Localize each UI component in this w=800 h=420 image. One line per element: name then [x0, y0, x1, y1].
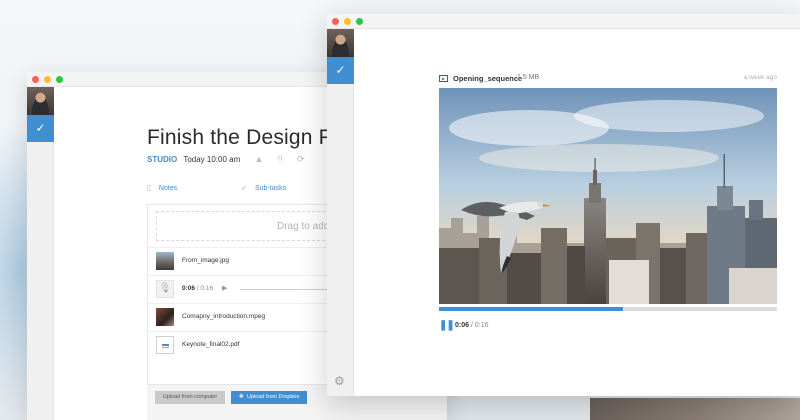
tasks-nav-button[interactable]: ✓: [327, 57, 354, 84]
video-frame[interactable]: [439, 88, 777, 304]
task-tabs: ▯ Notes ✓ Sub-tasks: [147, 184, 348, 192]
play-icon[interactable]: ▶: [222, 284, 227, 292]
zoom-button[interactable]: [356, 18, 363, 25]
priority-icon[interactable]: ▲: [254, 154, 263, 164]
window-titlebar: [327, 14, 800, 29]
file-name: From_image.jpg: [182, 257, 229, 264]
tab-notes[interactable]: Notes: [159, 185, 177, 192]
gear-icon[interactable]: ⚙: [334, 374, 345, 388]
video-preview-window: ✓ ⚙ ▶ Opening_sequence 1.5 MB a week ago: [327, 14, 800, 396]
avatar[interactable]: [27, 87, 54, 115]
avatar[interactable]: [327, 29, 354, 57]
background-photo-edge: [590, 398, 800, 420]
sidebar: ✓: [27, 87, 54, 420]
task-title: Finish the Design Pre: [147, 126, 352, 149]
dropbox-icon: ❖: [238, 394, 245, 400]
close-button[interactable]: [32, 76, 39, 83]
notes-icon: ▯: [147, 185, 151, 192]
audio-time: 0:06 / 0:16: [182, 285, 214, 292]
flag-icon[interactable]: !!: [278, 154, 283, 164]
video-header: ▶ Opening_sequence 1.5 MB a week ago: [439, 74, 777, 86]
video-file-size: 1.5 MB: [517, 74, 540, 81]
checkmark-icon: ✓: [35, 121, 46, 135]
pause-icon[interactable]: ❚❚: [439, 320, 455, 331]
image-thumbnail: [156, 252, 174, 270]
zoom-button[interactable]: [56, 76, 63, 83]
tasks-nav-button[interactable]: ✓: [27, 115, 54, 142]
mic-icon: 🎙: [156, 280, 174, 298]
due-date[interactable]: Today 10:00 am: [183, 155, 240, 164]
video-file-icon: ▶: [439, 75, 448, 82]
video-progress-fill: [439, 307, 624, 311]
repeat-icon[interactable]: ⟳: [297, 154, 305, 164]
project-label[interactable]: STUDIO: [147, 155, 177, 164]
upload-from-dropbox-button[interactable]: ❖ Upload from Dropbox: [231, 391, 307, 404]
tab-subtasks[interactable]: Sub-tasks: [255, 185, 286, 192]
file-name: Keynote_final02.pdf: [182, 341, 240, 348]
sidebar: ✓ ⚙: [327, 29, 354, 396]
video-thumbnail: [156, 308, 174, 326]
file-name: Comapny_introduction.mpeg: [182, 313, 266, 320]
minimize-button[interactable]: [44, 76, 51, 83]
upload-from-computer-button[interactable]: Upload from computer: [155, 391, 225, 404]
video-image: [439, 88, 777, 304]
subtasks-icon: ✓: [241, 185, 247, 192]
video-scrubber[interactable]: [439, 307, 777, 311]
checkmark-icon: ✓: [335, 63, 346, 77]
video-file-name: Opening_sequence: [453, 74, 523, 83]
video-time: 0:06 / 0:16: [455, 322, 489, 329]
document-icon: [156, 336, 174, 354]
task-meta: STUDIO Today 10:00 am ▲ !! ⟳: [147, 154, 304, 165]
minimize-button[interactable]: [344, 18, 351, 25]
upload-timestamp: a week ago: [743, 74, 777, 81]
close-button[interactable]: [332, 18, 339, 25]
